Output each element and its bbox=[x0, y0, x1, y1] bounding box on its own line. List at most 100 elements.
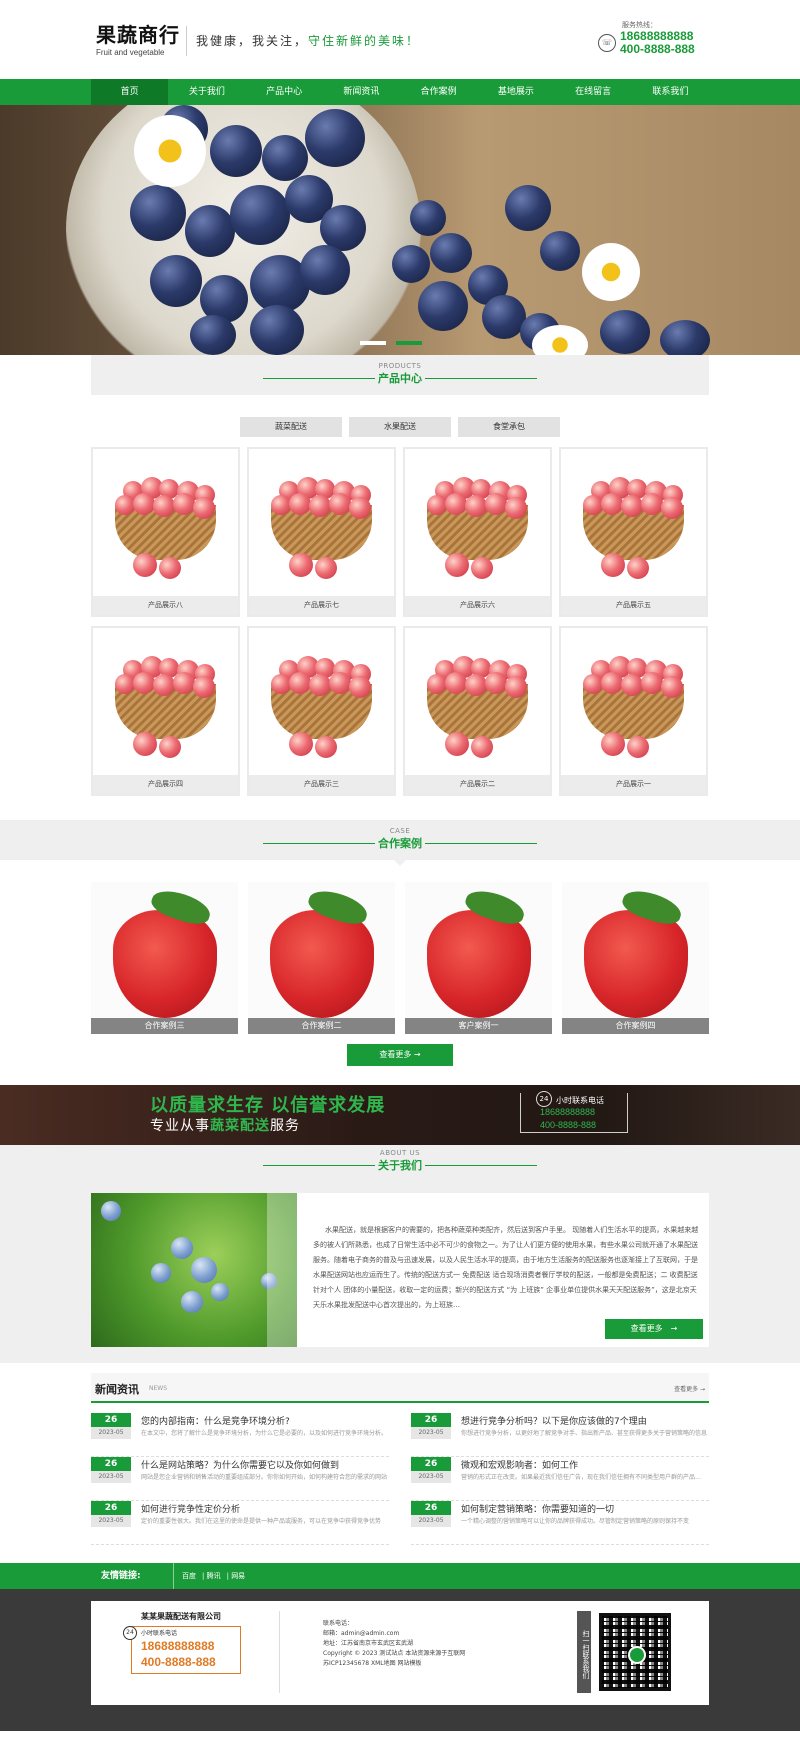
strawberry-image bbox=[584, 910, 688, 1018]
product-card[interactable]: 产品展示六 bbox=[403, 447, 552, 617]
product-card[interactable]: 产品展示五 bbox=[559, 447, 708, 617]
product-grid: 产品展示八 产品展示七 产品展示六 产品展示五产品展示四 产品展示三 产品展示二 产品展示一 bbox=[91, 447, 709, 796]
product-card[interactable]: 产品展示八 bbox=[91, 447, 240, 617]
about-description: 水果配送，就是根据客户的需要的，把各种蔬菜种类配齐，然后送到客户手里。 现随着人… bbox=[297, 1193, 709, 1347]
site-footer: 某某果蔬配送有限公司 24 小时联系电话 18688888888 400-888… bbox=[0, 1589, 800, 1731]
footer-icp[interactable]: 苏ICP12345678 XML地图 网站模板 bbox=[323, 1659, 465, 1669]
nav-item-products[interactable]: 产品中心 bbox=[246, 79, 323, 105]
news-item[interactable]: 26 2023-05 如何制定营销策略：你需要知道的一切一个精心调整的营销策略可以让… bbox=[411, 1501, 709, 1545]
product-card[interactable]: 产品展示七 bbox=[247, 447, 396, 617]
nav-item-message[interactable]: 在线留言 bbox=[555, 79, 632, 105]
news-header: 新闻资讯 NEWS 查看更多 → bbox=[91, 1373, 709, 1403]
apple-basket-image bbox=[405, 449, 550, 596]
slogan-banner-line1: 以质量求生存 以信誉求发展 bbox=[150, 1095, 386, 1116]
site-logo[interactable]: 果蔬商行 Fruit and vegetable bbox=[96, 24, 180, 57]
news-day: 26 bbox=[91, 1501, 131, 1515]
about-body: 水果配送，就是根据客户的需要的，把各种蔬菜种类配齐，然后送到客户手里。 现随着人… bbox=[91, 1193, 709, 1347]
news-item-summary: 定价的重要性很大。我们在这里的使命是提供一种产品或服务，可以在竞争中获得竞争优势 bbox=[141, 1518, 382, 1525]
product-card[interactable]: 产品展示三 bbox=[247, 626, 396, 796]
news-day: 26 bbox=[411, 1413, 451, 1427]
product-name: 产品展示三 bbox=[249, 775, 394, 794]
news-day: 26 bbox=[91, 1457, 131, 1471]
news-item-title: 如何制定营销策略：你需要知道的一切 bbox=[461, 1505, 615, 1515]
juniper-berries-image bbox=[91, 1193, 297, 1347]
footer-email: 邮箱：admin@admin.com bbox=[323, 1630, 400, 1637]
news-item[interactable]: 26 2023-05 微观和宏观影响者：如何工作 营销的形式正在改变。如果最近我们信任… bbox=[411, 1457, 709, 1501]
nav-item-contact[interactable]: 联系我们 bbox=[632, 79, 709, 105]
strawberry-image bbox=[427, 910, 531, 1018]
tab-fruit-delivery[interactable]: 水果配送 bbox=[349, 417, 451, 437]
news-item[interactable]: 26 2023-05 如何进行竞争性定价分析定价的重要性很大。我们在这里的使命是提供… bbox=[91, 1501, 389, 1545]
news-list: 26 2023-05 您的内部指南：什么是竞争环境分析? 在本文中，您将了解什么是竞争… bbox=[91, 1413, 709, 1545]
product-name: 产品展示二 bbox=[405, 775, 550, 794]
banner-dot-1[interactable] bbox=[360, 341, 386, 345]
news-item-summary: 营销的形式正在改变。如果最近我们信任广告，现在我们信任拥有不同类型用户群的产品和… bbox=[461, 1474, 707, 1481]
friend-link-baidu[interactable]: 百度 bbox=[182, 1572, 196, 1580]
friend-links-label: 友情链接: bbox=[101, 1571, 141, 1581]
clock-24h-icon: 24 bbox=[536, 1091, 552, 1107]
hotline-phone: 400-8888-888 bbox=[620, 42, 695, 56]
cases-title-en: CASE bbox=[389, 827, 411, 835]
products-title: 产品中心 bbox=[378, 372, 422, 385]
news-date: 2023-05 bbox=[411, 1515, 451, 1527]
case-name: 合作案例四 bbox=[562, 1018, 709, 1034]
case-card[interactable]: 合作案例三 bbox=[91, 882, 238, 1034]
news-item-title: 如何进行竞争性定价分析 bbox=[141, 1505, 241, 1515]
news-item[interactable]: 26 2023-05 什么是网站策略？为什么你需要它以及你如何做到 网站是您企业营销和… bbox=[91, 1457, 389, 1501]
case-card[interactable]: 合作案例二 bbox=[248, 882, 395, 1034]
friend-link-netease[interactable]: 网易 bbox=[231, 1572, 245, 1580]
nav-item-home[interactable]: 首页 bbox=[91, 79, 169, 105]
news-more-link[interactable]: 查看更多 → bbox=[674, 1384, 705, 1393]
apple-basket-image bbox=[249, 628, 394, 775]
case-card[interactable]: 合作案例四 bbox=[562, 882, 709, 1034]
case-card[interactable]: 客户案例一 bbox=[405, 882, 552, 1034]
apple-basket-image bbox=[405, 628, 550, 775]
news-item-title: 您的内部指南：什么是竞争环境分析? bbox=[141, 1417, 290, 1427]
news-item[interactable]: 26 2023-05 您的内部指南：什么是竞争环境分析? 在本文中，您将了解什么是竞争… bbox=[91, 1413, 389, 1457]
product-name: 产品展示四 bbox=[93, 775, 238, 794]
hero-banner[interactable] bbox=[0, 105, 800, 355]
product-card[interactable]: 产品展示四 bbox=[91, 626, 240, 796]
slogan-part2: 守住新鲜的美味！ bbox=[308, 34, 421, 48]
slogan-contact-mobile: 18688888888 bbox=[540, 1107, 596, 1117]
apple-basket-image bbox=[93, 628, 238, 775]
news-day: 26 bbox=[411, 1501, 451, 1515]
friend-link-tencent[interactable]: 腾讯 bbox=[207, 1572, 221, 1580]
cases-header: CASE 合作案例 bbox=[0, 820, 800, 866]
news-date: 2023-05 bbox=[411, 1427, 451, 1439]
hotline-mobile: 18688888888 bbox=[620, 29, 694, 43]
nav-item-news[interactable]: 新闻资讯 bbox=[323, 79, 400, 105]
news-item-summary: 一个精心调整的营销策略可以让你的品牌获得成功。尽管制定营销策略的原则保持不变 bbox=[461, 1518, 690, 1525]
qr-label: 扫一扫联系我们 bbox=[577, 1611, 591, 1693]
banner-pagination bbox=[360, 341, 422, 345]
about-title: 关于我们 bbox=[378, 1159, 422, 1172]
products-section: PRODUCTS 产品中心 蔬菜配送 水果配送 食堂承包 产品展示八 产品展示七产… bbox=[91, 355, 709, 796]
about-more-button[interactable]: 查看更多 → bbox=[605, 1319, 703, 1339]
apple-basket-image bbox=[561, 449, 706, 596]
slogan-contact-label: 小时联系电话 bbox=[556, 1096, 604, 1105]
tab-canteen-contract[interactable]: 食堂承包 bbox=[458, 417, 560, 437]
nav-item-base[interactable]: 基地展示 bbox=[477, 79, 554, 105]
banner-dot-2[interactable] bbox=[396, 341, 422, 345]
nav-item-about[interactable]: 关于我们 bbox=[168, 79, 245, 105]
footer-divider bbox=[279, 1611, 280, 1693]
news-item[interactable]: 26 2023-05 想进行竞争分析吗？以下是你应该做的7个理由 你想进行竞争分析，以… bbox=[411, 1413, 709, 1457]
header-slogan: 我健康，我关注，守住新鲜的美味！ bbox=[196, 32, 420, 49]
cases-header-arrow bbox=[394, 860, 406, 866]
footer-phone-label: 小时联系电话 bbox=[141, 1630, 178, 1637]
product-name: 产品展示六 bbox=[405, 596, 550, 615]
about-section: ABOUT US 关于我们 水果配送，就是根据客户的需要的，把各种蔬菜种类配齐，… bbox=[0, 1145, 800, 1363]
tab-vegetable-delivery[interactable]: 蔬菜配送 bbox=[240, 417, 342, 437]
news-date: 2023-05 bbox=[411, 1471, 451, 1483]
apple-basket-image bbox=[93, 449, 238, 596]
apple-basket-image bbox=[249, 449, 394, 596]
news-item-summary: 在本文中，您将了解什么是竞争环境分析，为什么它是必要的，以及如何进行竞争环境分析… bbox=[141, 1430, 387, 1437]
product-card[interactable]: 产品展示一 bbox=[559, 626, 708, 796]
slogan-part1: 我健康，我关注， bbox=[196, 34, 309, 48]
case-list: 合作案例三 合作案例二 客户案例一 合作案例四 bbox=[91, 882, 709, 1034]
cases-more-button[interactable]: 查看更多 → bbox=[347, 1044, 453, 1066]
nav-item-cases[interactable]: 合作案例 bbox=[400, 79, 477, 105]
product-card[interactable]: 产品展示二 bbox=[403, 626, 552, 796]
products-header: PRODUCTS 产品中心 bbox=[91, 355, 709, 395]
news-date: 2023-05 bbox=[91, 1515, 131, 1527]
